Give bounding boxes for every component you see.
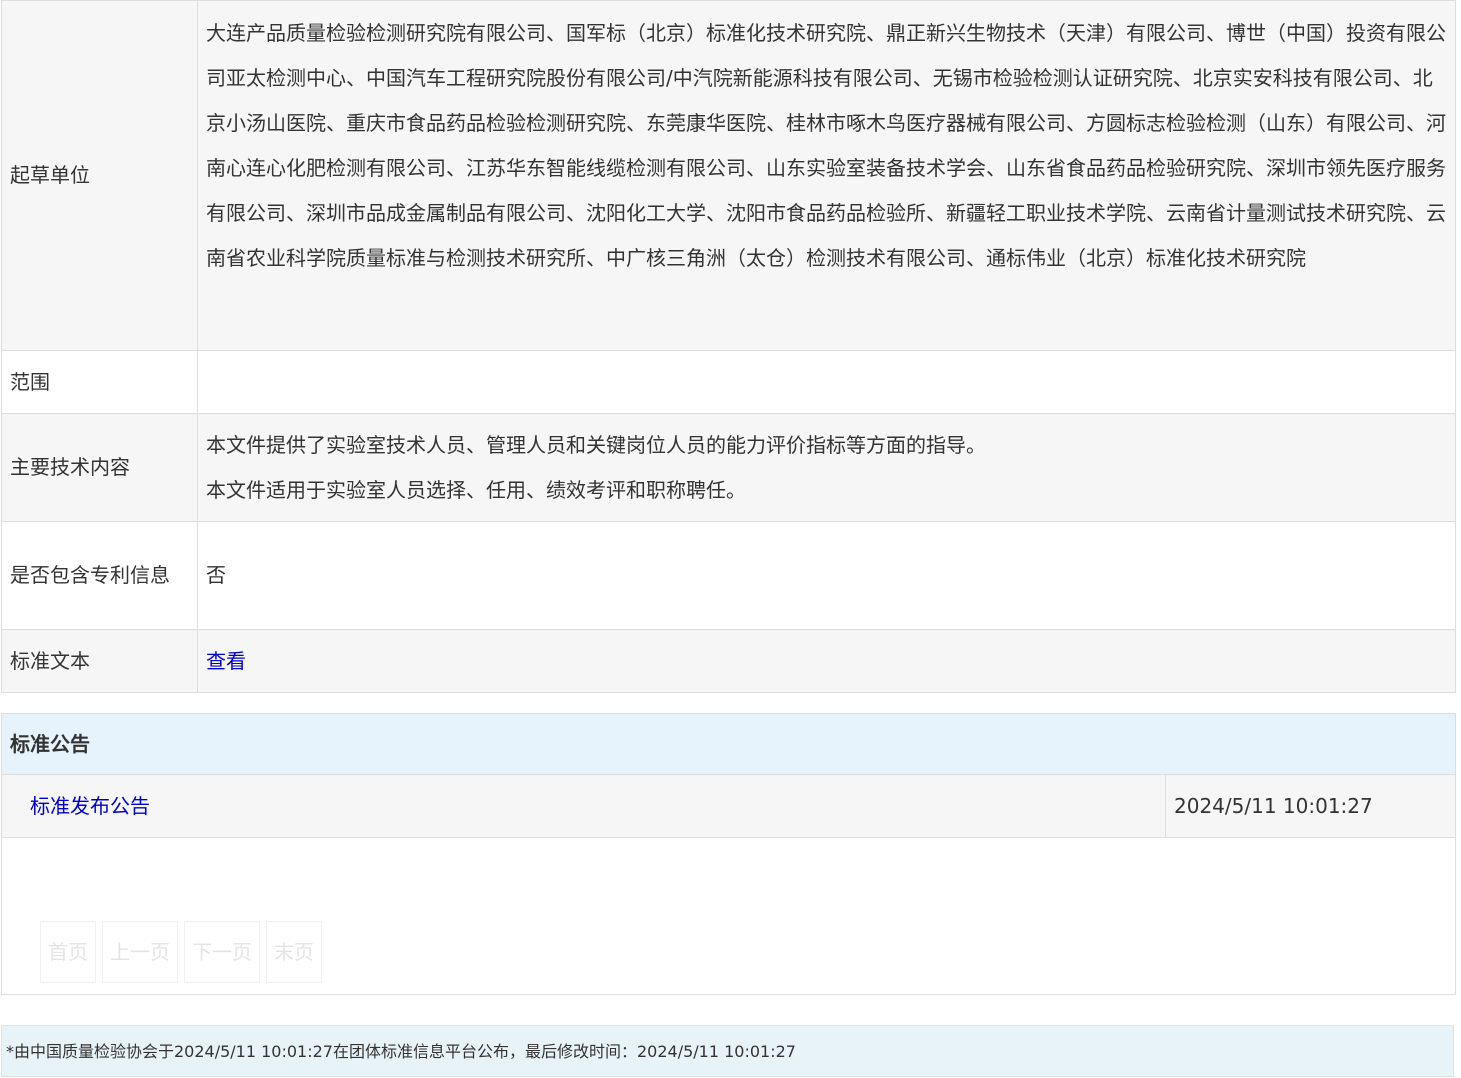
standard-info-table: 起草单位 大连产品质量检验检测研究院有限公司、国军标（北京）标准化技术研究院、鼎… — [1, 0, 1456, 693]
notice-panel: 标准公告 标准发布公告 2024/5/11 10:01:27 首页 上一页 下一… — [1, 713, 1456, 995]
patent-label: 是否包含专利信息 — [1, 521, 198, 630]
standard-text-value: 查看 — [197, 629, 1456, 693]
table-row-drafters: 起草单位 大连产品质量检验检测研究院有限公司、国军标（北京）标准化技术研究院、鼎… — [1, 0, 1456, 351]
drafters-label: 起草单位 — [1, 0, 198, 351]
next-page-button[interactable]: 下一页 — [184, 921, 260, 983]
table-row-scope: 范围 — [1, 350, 1456, 414]
notice-date: 2024/5/11 10:01:27 — [1165, 775, 1455, 837]
tech-content-line-2: 本文件适用于实验室人员选择、任用、绩效考评和职称聘任。 — [206, 477, 746, 502]
tech-content-line-1: 本文件提供了实验室技术人员、管理人员和关键岗位人员的能力评价指标等方面的指导。 — [206, 432, 986, 457]
prev-page-button[interactable]: 上一页 — [102, 921, 178, 983]
patent-value: 否 — [197, 521, 1456, 630]
publication-footer-note: *由中国质量检验协会于2024/5/11 10:01:27在团体标准信息平台公布… — [1, 1025, 1454, 1077]
notice-title-link[interactable]: 标准发布公告 — [30, 794, 150, 818]
notice-title-cell: 标准发布公告 — [2, 775, 1165, 837]
scope-label: 范围 — [1, 350, 198, 414]
first-page-button[interactable]: 首页 — [40, 921, 96, 983]
table-row-standard-text: 标准文本 查看 — [1, 629, 1456, 693]
table-row-tech-content: 主要技术内容 本文件提供了实验室技术人员、管理人员和关键岗位人员的能力评价指标等… — [1, 413, 1456, 522]
drafters-value: 大连产品质量检验检测研究院有限公司、国军标（北京）标准化技术研究院、鼎正新兴生物… — [197, 0, 1456, 351]
tech-content-value: 本文件提供了实验室技术人员、管理人员和关键岗位人员的能力评价指标等方面的指导。 … — [197, 413, 1456, 522]
notice-panel-title: 标准公告 — [2, 714, 1455, 775]
view-standard-link[interactable]: 查看 — [206, 649, 246, 673]
last-page-button[interactable]: 末页 — [266, 921, 322, 983]
standard-detail-page: 起草单位 大连产品质量检验检测研究院有限公司、国军标（北京）标准化技术研究院、鼎… — [0, 0, 1461, 1078]
standard-text-label: 标准文本 — [1, 629, 198, 693]
pagination: 首页 上一页 下一页 末页 — [40, 921, 322, 983]
tech-content-label: 主要技术内容 — [1, 413, 198, 522]
table-row-patent: 是否包含专利信息 否 — [1, 521, 1456, 630]
notice-list-item: 标准发布公告 2024/5/11 10:01:27 — [2, 775, 1455, 838]
scope-value — [197, 350, 1456, 414]
